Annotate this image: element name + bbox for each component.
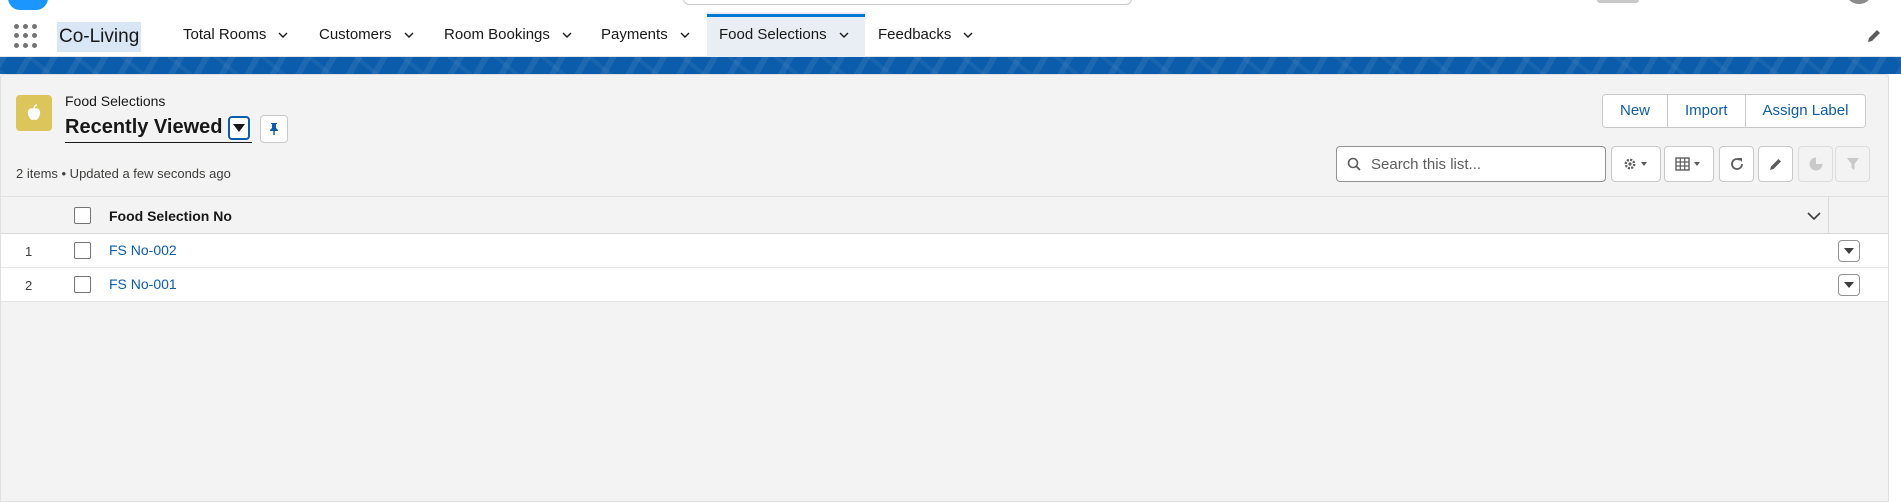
record-link[interactable]: FS No-001 [109, 276, 177, 292]
avatar[interactable] [1848, 0, 1870, 4]
chevron-down-icon[interactable] [680, 30, 690, 40]
global-search-bar[interactable] [683, 0, 1132, 5]
action-button-group: New Import Assign Label [1602, 94, 1867, 128]
select-all-checkbox[interactable] [74, 207, 91, 224]
column-divider [1828, 197, 1829, 234]
edit-list-button[interactable] [1758, 146, 1793, 182]
caret-down-icon [1844, 282, 1854, 288]
chart-icon [1809, 157, 1822, 171]
row-actions-button[interactable] [1838, 240, 1860, 262]
list-status: 2 items • Updated a few seconds ago [16, 166, 231, 181]
assign-label-button[interactable]: Assign Label [1745, 95, 1866, 127]
tab-customers[interactable]: Customers [307, 12, 426, 57]
pin-list-view-button[interactable] [260, 115, 288, 143]
object-breadcrumb: Food Selections [65, 93, 166, 109]
search-input[interactable] [1371, 155, 1591, 173]
tab-total-rooms[interactable]: Total Rooms [171, 12, 300, 57]
new-button[interactable]: New [1603, 95, 1669, 127]
chevron-down-icon[interactable] [562, 30, 572, 40]
records-table: Food Selection No 1 FS No-002 2 FS No-00… [1, 196, 1888, 302]
chevron-down-icon[interactable] [1805, 207, 1823, 225]
list-view-card: Food Selections Recently Viewed 2 items … [0, 74, 1889, 502]
tab-payments[interactable]: Payments [589, 12, 702, 57]
charts-button[interactable] [1798, 146, 1833, 182]
row-number: 2 [25, 278, 33, 293]
tab-label: Total Rooms [183, 26, 267, 43]
chevron-down-icon[interactable] [278, 30, 288, 40]
refresh-button[interactable] [1719, 146, 1754, 182]
tab-label: Payments [601, 26, 668, 43]
top-utility-button[interactable] [1597, 0, 1639, 3]
record-link[interactable]: FS No-002 [109, 242, 177, 258]
tab-feedbacks[interactable]: Feedbacks [866, 12, 985, 57]
tab-label: Food Selections [719, 26, 827, 43]
list-view-dropdown-button[interactable] [228, 115, 251, 140]
chevron-down-icon[interactable] [963, 30, 973, 40]
table-header: Food Selection No [1, 197, 1888, 234]
filter-button[interactable] [1835, 146, 1870, 182]
app-name: Co-Living [57, 22, 142, 52]
table-row: 2 FS No-001 [1, 268, 1888, 302]
search-icon [1347, 157, 1361, 171]
tab-room-bookings[interactable]: Room Bookings [432, 12, 584, 57]
row-checkbox[interactable] [74, 242, 91, 259]
pencil-icon [1769, 159, 1781, 170]
row-actions-button[interactable] [1838, 274, 1860, 296]
chevron-down-icon[interactable] [839, 30, 849, 40]
tab-label: Feedbacks [878, 26, 952, 43]
import-button[interactable]: Import [1668, 95, 1746, 127]
search-box[interactable] [1336, 146, 1606, 182]
apple-icon [16, 95, 52, 131]
pin-icon [270, 123, 278, 135]
refresh-icon [1730, 158, 1743, 170]
filter-icon [1846, 158, 1859, 170]
tab-label: Room Bookings [444, 26, 550, 43]
salesforce-logo[interactable] [8, 0, 48, 10]
display-as-button[interactable] [1664, 146, 1714, 182]
column-header[interactable]: Food Selection No [109, 208, 232, 224]
page-title: Recently Viewed [65, 116, 223, 138]
chevron-down-icon[interactable] [404, 30, 414, 40]
pencil-icon[interactable] [1866, 28, 1882, 44]
table-row: 1 FS No-002 [1, 234, 1888, 268]
decorative-band [0, 57, 1901, 74]
list-view-selector[interactable]: Recently Viewed [65, 113, 253, 143]
row-checkbox[interactable] [74, 276, 91, 293]
row-number: 1 [25, 244, 33, 259]
table-icon [1675, 157, 1700, 171]
caret-down-icon [233, 123, 246, 132]
app-launcher-icon[interactable] [14, 24, 38, 48]
page-right-edge [1889, 74, 1901, 502]
app-nav-bar: Co-Living Total Rooms Customers Room Boo… [0, 12, 1901, 57]
gear-icon [1624, 158, 1647, 170]
caret-down-icon [1844, 248, 1854, 254]
list-settings-button[interactable] [1611, 146, 1661, 182]
tab-food-selections[interactable]: Food Selections [707, 12, 865, 57]
tab-label: Customers [319, 26, 392, 43]
top-strip [0, 0, 1901, 12]
